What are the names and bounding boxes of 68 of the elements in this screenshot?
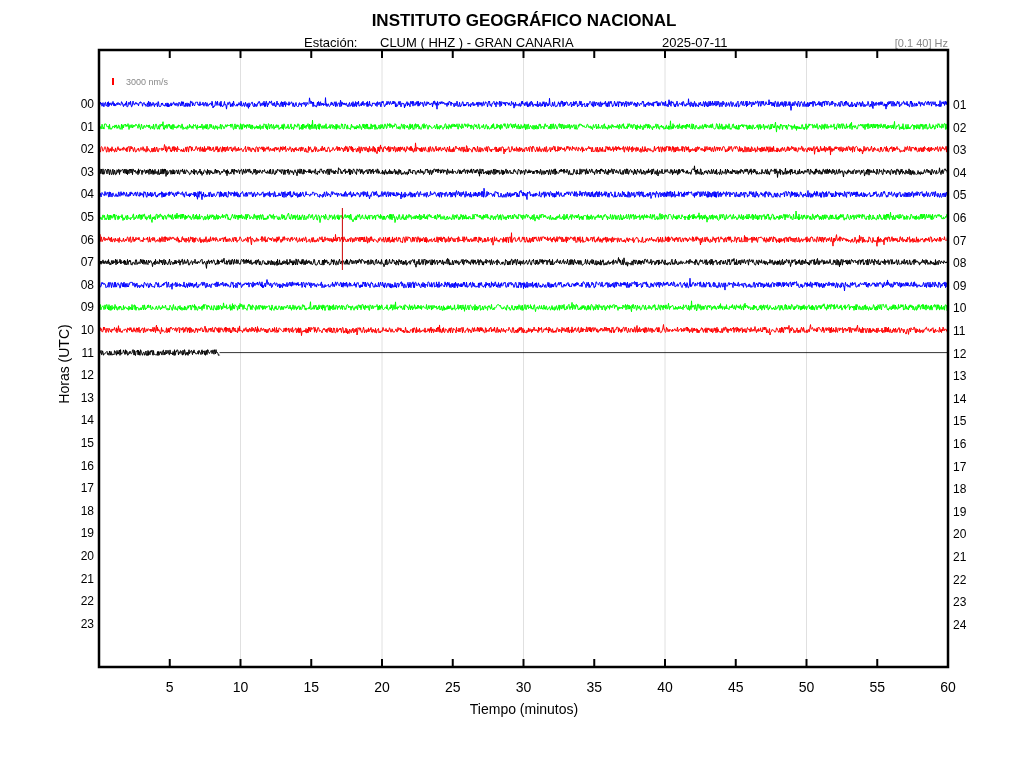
hour-label: 22 [953,572,967,587]
hour-label: 10 [953,301,967,316]
hour-label: 07 [80,255,94,270]
x-tick-label: 55 [869,679,886,695]
x-tick-label: 50 [798,679,815,695]
hour-label: 16 [953,437,967,451]
hour-label: 15 [953,414,967,429]
hour-label: 15 [80,436,94,450]
hour-label: 06 [80,232,94,247]
hour-label: 21 [80,571,94,586]
hour-label: 09 [953,278,967,293]
hour-label: 20 [953,527,967,542]
y-axis-title: Horas (UTC) [56,324,72,404]
hour-label: 08 [953,256,967,271]
x-tick-label: 30 [515,679,532,695]
hour-label: 01 [80,119,94,134]
hour-label: 07 [953,233,967,248]
x-tick-label: 20 [374,679,390,695]
x-axis-title: Tiempo (minutos) [469,701,579,717]
hour-label: 16 [80,458,94,473]
hour-label: 06 [953,211,967,225]
hour-label: 18 [953,482,967,497]
hour-label: 03 [953,143,967,158]
hour-label: 23 [953,595,967,610]
scale-bar [112,78,114,85]
hour-label: 17 [953,459,967,474]
hour-label: 13 [953,369,967,384]
hour-label: 24 [953,617,967,632]
hour-label: 02 [80,142,94,157]
hour-label: 14 [80,413,94,428]
hour-label: 05 [953,188,967,203]
hour-label: 11 [953,324,966,338]
chart-date: 2025-07-11 [662,35,728,50]
scale-label: 3000 nm/s [126,77,169,87]
hour-label: 18 [80,503,94,518]
x-tick-label: 25 [444,679,461,695]
hour-label: 10 [80,323,94,337]
hour-label: 23 [80,616,94,631]
hour-label: 02 [953,120,967,135]
x-tick-label: 5 [165,679,174,695]
x-tick-label: 10 [232,679,249,695]
hour-label: 14 [953,391,967,406]
hour-label: 12 [80,368,94,383]
station-label: Estación: [304,35,358,50]
hour-label: 13 [80,390,94,405]
hour-label: 12 [953,346,967,361]
hour-label: 01 [953,98,967,112]
hour-label: 19 [80,526,94,541]
x-tick-label: 60 [940,679,956,695]
hour-label: 21 [953,550,967,564]
hour-label: 22 [80,594,94,609]
hour-label: 03 [80,164,94,179]
x-tick-label: 45 [727,679,744,695]
hour-label: 17 [80,481,94,496]
hour-label: 08 [80,277,94,292]
hour-label: 05 [80,210,94,224]
hour-label: 20 [80,549,94,563]
hour-label: 04 [953,165,967,180]
hour-label: 19 [953,504,967,519]
x-tick-label: 35 [586,679,603,695]
x-tick-label: 15 [303,679,320,695]
hour-label: 09 [80,300,94,315]
hour-label: 04 [80,187,94,202]
chart-title: INSTITUTO GEOGRÁFICO NACIONAL [371,11,677,30]
x-tick-label: 40 [657,679,673,695]
hour-label: 00 [80,97,94,111]
filter-range-label: [0.1 40] Hz [894,37,948,49]
hour-label: 11 [81,345,94,360]
